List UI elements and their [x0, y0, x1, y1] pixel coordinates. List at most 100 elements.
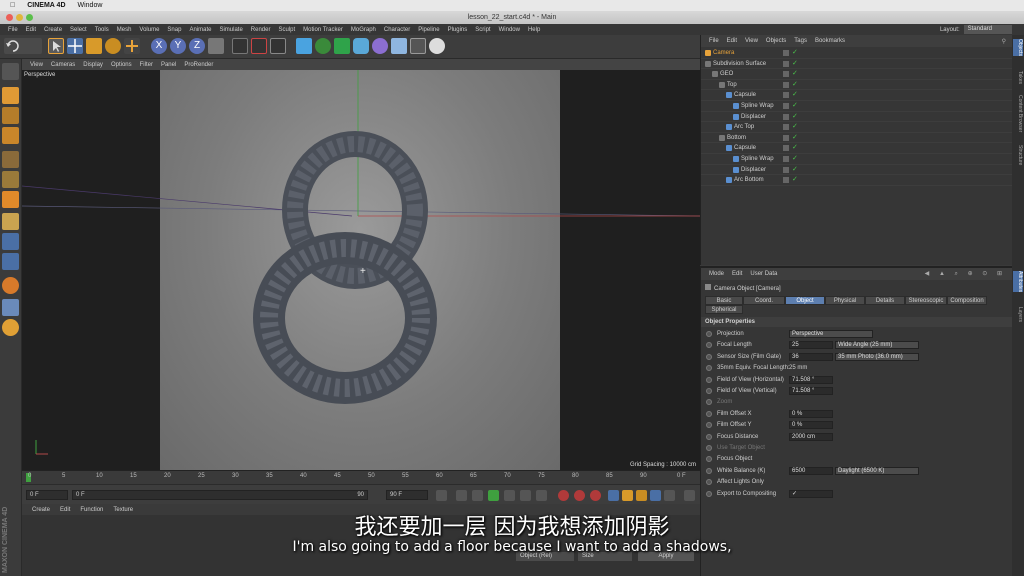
tab-spherical[interactable]: Spherical: [705, 305, 743, 314]
search-icon[interactable]: ⚲: [1002, 38, 1006, 45]
snapping-icon[interactable]: [2, 253, 19, 270]
menu-render[interactable]: Render: [251, 27, 271, 33]
tab-basic[interactable]: Basic: [705, 296, 743, 305]
preview-range-slider[interactable]: 0 F 90: [72, 490, 368, 500]
tab-composition[interactable]: Composition: [947, 296, 987, 305]
viewport-menu-prorender[interactable]: ProRender: [184, 62, 213, 68]
property-dropdown[interactable]: 35 mm Photo (36.0 mm): [835, 352, 919, 361]
object-row[interactable]: Bottom ✓: [701, 133, 1013, 144]
object-visibility-toggles[interactable]: ✓: [783, 155, 798, 162]
menu-create[interactable]: Create: [44, 27, 62, 33]
workplane-lock-icon[interactable]: [2, 319, 19, 336]
object-visibility-toggles[interactable]: ✓: [783, 102, 798, 109]
x-axis-lock-icon[interactable]: X: [151, 38, 167, 54]
menu-animate[interactable]: Animate: [189, 27, 211, 33]
tab-physical[interactable]: Physical: [825, 296, 865, 305]
object-row[interactable]: Arc Top ✓: [701, 122, 1013, 133]
object-row[interactable]: GEO ✓: [701, 69, 1013, 80]
make-editable-icon[interactable]: [2, 63, 19, 80]
render-settings-icon[interactable]: [270, 38, 286, 54]
play-icon[interactable]: [488, 490, 499, 501]
attr-menu-edit[interactable]: Edit: [732, 271, 742, 277]
attr-menu-user-data[interactable]: User Data: [750, 271, 777, 277]
attr-nav-icons[interactable]: ◀ ▲ ⌕ ⊕ ⊙ ⊞: [925, 270, 1006, 278]
points-mode-icon[interactable]: [2, 151, 19, 168]
object-visibility-toggles[interactable]: ✓: [783, 49, 798, 56]
property-value-field[interactable]: 25: [789, 341, 833, 350]
animate-parameter-icon[interactable]: [706, 479, 712, 486]
property-dropdown[interactable]: Wide Angle (25 mm): [835, 341, 919, 350]
model-mode-icon[interactable]: [2, 87, 19, 104]
animate-parameter-icon[interactable]: [706, 388, 712, 394]
point-level-key-icon[interactable]: [664, 490, 675, 501]
close-window-icon[interactable]: [6, 14, 13, 21]
workplane-icon[interactable]: [2, 127, 19, 144]
end-frame-field[interactable]: 90 F: [386, 490, 428, 500]
go-to-end-icon[interactable]: [536, 490, 547, 501]
viewport-menu-view[interactable]: View: [30, 62, 43, 68]
viewport-menu-panel[interactable]: Panel: [161, 62, 176, 68]
menu-mesh[interactable]: Mesh: [117, 27, 132, 33]
property-value-field[interactable]: 0 %: [789, 421, 833, 430]
object-visibility-toggles[interactable]: ✓: [783, 70, 798, 78]
object-row[interactable]: Top ✓: [701, 80, 1013, 91]
timeline-ruler[interactable]: 0 5 10 15 20 25 30 35 40 45 50 55 60 65 …: [22, 470, 700, 484]
object-visibility-toggles[interactable]: ✓: [783, 113, 798, 120]
menu-character[interactable]: Character: [384, 27, 410, 33]
property-value-field[interactable]: 2000 cm: [789, 432, 833, 441]
viewport-menu-options[interactable]: Options: [111, 62, 132, 68]
object-menu-file[interactable]: File: [709, 38, 719, 44]
attr-menu-mode[interactable]: Mode: [709, 271, 724, 277]
select-arrow-icon[interactable]: [48, 38, 64, 54]
menu-plugins[interactable]: Plugins: [448, 27, 468, 33]
viewport-menu-cameras[interactable]: Cameras: [51, 62, 75, 68]
side-tab-content-browser[interactable]: Content Browser: [1013, 95, 1023, 132]
tab-object[interactable]: Object: [785, 296, 825, 305]
scale-tool-icon[interactable]: [86, 38, 102, 54]
record-active-icon[interactable]: [558, 490, 569, 501]
menu-sculpt[interactable]: Sculpt: [278, 27, 295, 33]
previous-key-icon[interactable]: [456, 490, 467, 501]
position-key-icon[interactable]: [608, 490, 619, 501]
cube-primitive-icon[interactable]: [296, 38, 312, 54]
next-frame-icon[interactable]: [504, 490, 515, 501]
animate-parameter-icon[interactable]: [706, 490, 712, 497]
menu-motion-tracker[interactable]: Motion Tracker: [303, 27, 343, 33]
animate-parameter-icon[interactable]: [706, 445, 712, 451]
object-visibility-toggles[interactable]: ✓: [783, 91, 798, 99]
animate-parameter-icon[interactable]: [706, 353, 712, 360]
zoom-window-icon[interactable]: [26, 14, 33, 21]
animate-parameter-icon[interactable]: [706, 456, 712, 463]
timeline-window-icon[interactable]: [684, 490, 695, 501]
mac-app-name[interactable]: CINEMA 4D: [27, 2, 65, 9]
animate-parameter-icon[interactable]: [706, 376, 712, 383]
menu-script[interactable]: Script: [475, 27, 490, 33]
animate-parameter-icon[interactable]: [706, 399, 712, 406]
menu-simulate[interactable]: Simulate: [219, 27, 242, 33]
last-tool-icon[interactable]: [124, 38, 140, 54]
object-visibility-toggles[interactable]: ✓: [783, 144, 798, 152]
rotate-tool-icon[interactable]: [105, 38, 121, 54]
property-value-field[interactable]: 6500: [789, 466, 833, 475]
tab-stereoscopic[interactable]: Stereoscopic: [905, 296, 947, 305]
animate-parameter-icon[interactable]: [706, 410, 712, 417]
side-tab-objects[interactable]: Objects: [1013, 39, 1023, 56]
start-frame-field[interactable]: 0 F: [26, 490, 68, 500]
menu-pipeline[interactable]: Pipeline: [418, 27, 439, 33]
object-visibility-toggles[interactable]: ✓: [783, 166, 798, 173]
menu-snap[interactable]: Snap: [167, 27, 181, 33]
menu-file[interactable]: File: [8, 27, 18, 33]
polygons-mode-icon[interactable]: [2, 191, 19, 208]
property-value-field[interactable]: 0 %: [789, 409, 833, 418]
undo-icon[interactable]: [4, 38, 42, 54]
property-value-field[interactable]: 36: [789, 352, 833, 361]
object-row[interactable]: Arc Bottom ✓: [701, 175, 1013, 186]
object-row[interactable]: Displacer ✓: [701, 112, 1013, 123]
animate-parameter-icon[interactable]: [706, 422, 712, 429]
go-to-start-icon[interactable]: [436, 490, 447, 501]
layout-dropdown[interactable]: Standard: [963, 25, 1012, 34]
keyframe-selection-icon[interactable]: [590, 490, 601, 501]
side-tab-structure[interactable]: Structure: [1013, 145, 1023, 165]
object-visibility-toggles[interactable]: ✓: [783, 176, 798, 184]
animate-parameter-icon[interactable]: [706, 433, 712, 440]
